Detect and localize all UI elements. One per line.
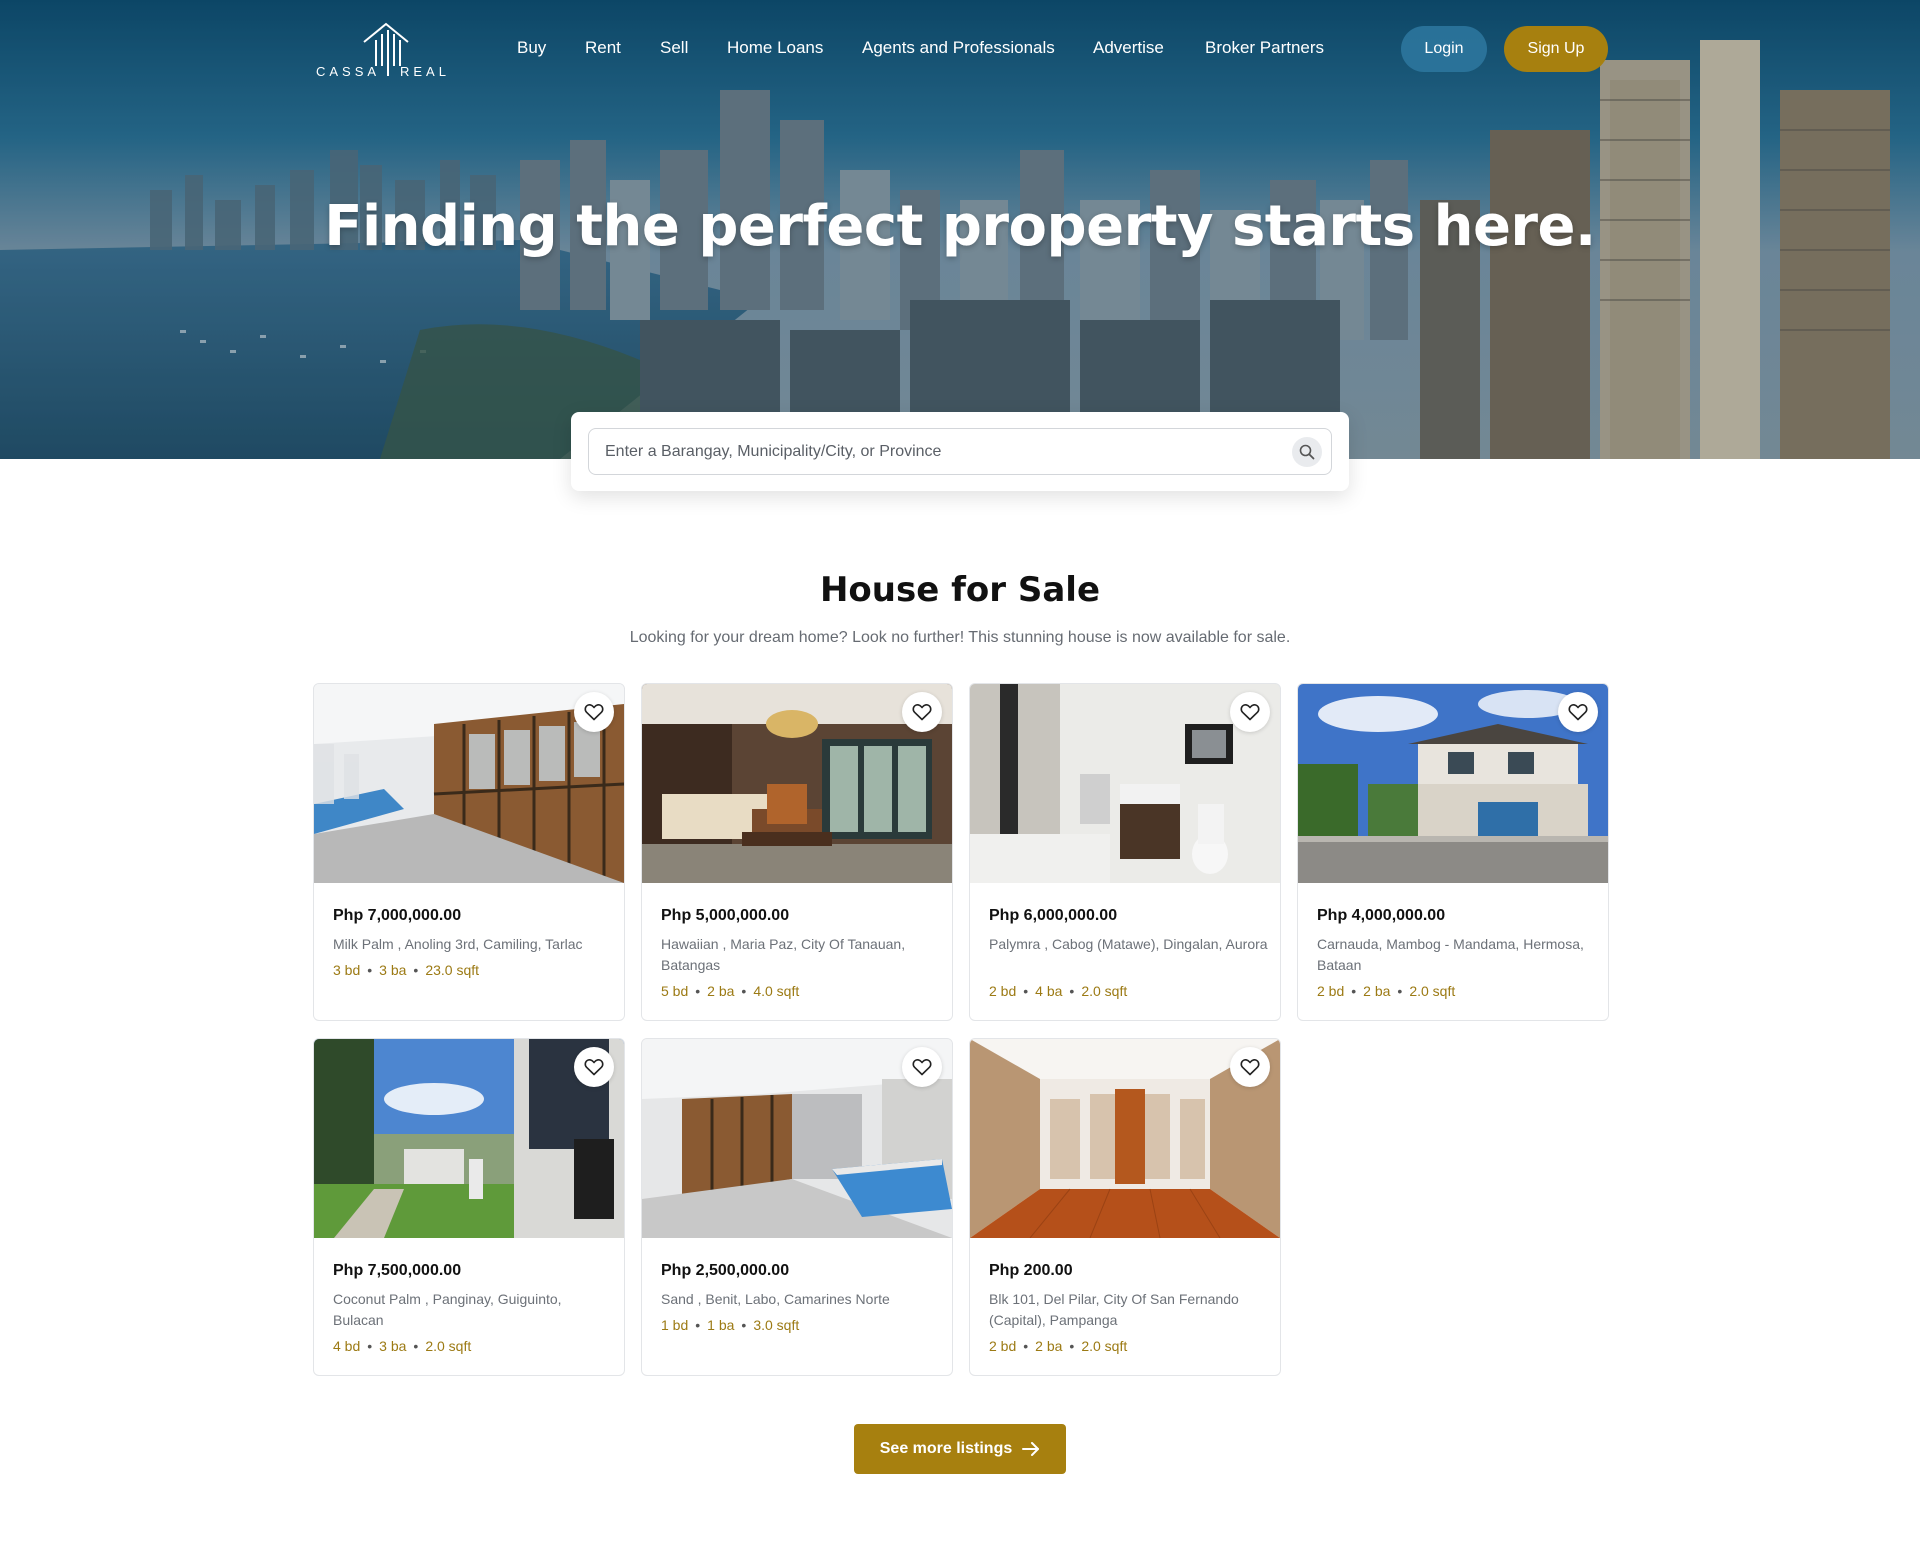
listing-specs: 2 bd • 2 ba • 2.0 sqft [1317,983,1456,999]
listing-address: Palymra , Cabog (Matawe), Dingalan, Auro… [989,936,1268,952]
nav-broker-partners[interactable]: Broker Partners [1205,38,1324,58]
hero-banner: CASSA REAL Buy Rent Sell Home Loans Agen… [0,0,1920,459]
listing-area: 2.0 sqft [1081,983,1128,999]
listing-bedrooms: 1 bd [661,1317,689,1333]
listing-price: Php 5,000,000.00 [661,907,790,924]
heart-icon [1568,704,1588,721]
section-title: House for Sale [819,570,1101,610]
listing-price: Php 7,500,000.00 [333,1262,462,1279]
listing-bathrooms: 2 ba [1363,983,1391,999]
nav-buy[interactable]: Buy [517,38,546,58]
listing-address: Carnauda, Mambog - Mandama, Hermosa, Bat… [1317,936,1584,973]
listing-specs: 2 bd • 4 ba • 2.0 sqft [989,983,1128,999]
listing-bathrooms: 2 ba [1035,1338,1063,1354]
listing-bathrooms: 4 ba [1035,983,1063,999]
listing-card[interactable]: Php 2,500,000.00 Sand , Benit, Labo, Cam… [641,1038,953,1376]
heart-icon [1240,1059,1260,1076]
search-input[interactable] [605,429,1285,474]
listing-area: 2.0 sqft [425,1338,472,1354]
nav-sell[interactable]: Sell [660,38,688,58]
favorite-button[interactable] [902,692,942,732]
listing-bathrooms: 3 ba [379,1338,407,1354]
listing-area: 23.0 sqft [425,962,480,978]
logo[interactable]: CASSA REAL [316,20,450,80]
listing-card[interactable]: Php 7,500,000.00 Coconut Palm , Panginay… [313,1038,625,1376]
search-icon [1299,444,1315,460]
listing-price: Php 200.00 [989,1262,1073,1279]
listing-address: Hawaiian , Maria Paz, City Of Tanauan, B… [661,936,906,973]
listing-bedrooms: 2 bd [1317,983,1345,999]
login-button[interactable]: Login [1401,26,1487,72]
listing-card[interactable]: Php 5,000,000.00 Hawaiian , Maria Paz, C… [641,683,953,1021]
listing-specs: 3 bd • 3 ba • 23.0 sqft [333,962,480,978]
listing-specs: 4 bd • 3 ba • 2.0 sqft [333,1338,472,1354]
listing-area: 4.0 sqft [753,983,800,999]
listing-price: Php 2,500,000.00 [661,1262,790,1279]
listing-card[interactable]: Php 200.00 Blk 101, Del Pilar, City Of S… [969,1038,1281,1376]
listing-address: Milk Palm , Anoling 3rd, Camiling, Tarla… [333,936,583,952]
search-card [571,412,1349,491]
listing-bedrooms: 3 bd [333,962,361,978]
heart-icon [1240,704,1260,721]
listing-area: 2.0 sqft [1409,983,1456,999]
listing-bedrooms: 2 bd [989,983,1017,999]
arrow-right-icon [1022,1442,1040,1456]
listing-address: Coconut Palm , Panginay, Guiguinto, Bula… [333,1291,562,1328]
nav-agents-and-professionals[interactable]: Agents and Professionals [862,38,1055,58]
favorite-button[interactable] [1558,692,1598,732]
heart-icon [584,704,604,721]
listing-bedrooms: 5 bd [661,983,689,999]
listing-price: Php 7,000,000.00 [333,907,462,924]
nav-rent[interactable]: Rent [585,38,621,58]
search-box [588,428,1332,475]
logo-text-left: CASSA [316,64,381,79]
favorite-button[interactable] [1230,1047,1270,1087]
heart-icon [912,1059,932,1076]
listing-bathrooms: 1 ba [707,1317,735,1333]
search-button[interactable] [1292,437,1322,467]
heart-icon [912,704,932,721]
listing-card[interactable]: Php 6,000,000.00 Palymra , Cabog (Matawe… [969,683,1281,1021]
logo-text-right: REAL [400,64,450,79]
signup-button[interactable]: Sign Up [1504,26,1608,72]
listing-specs: 2 bd • 2 ba • 2.0 sqft [989,1338,1128,1354]
listing-price: Php 6,000,000.00 [989,907,1118,924]
section-subtitle: Looking for your dream home? Look no fur… [629,629,1291,646]
listing-card[interactable]: Php 7,000,000.00 Milk Palm , Anoling 3rd… [313,683,625,1021]
hero-title: Finding the perfect property starts here… [324,194,1596,259]
nav-advertise[interactable]: Advertise [1093,38,1164,58]
listing-bathrooms: 2 ba [707,983,735,999]
listing-price: Php 4,000,000.00 [1317,907,1446,924]
listing-bathrooms: 3 ba [379,962,407,978]
see-more-listings-label: See more listings [879,1440,1013,1457]
favorite-button[interactable] [902,1047,942,1087]
listing-specs: 5 bd • 2 ba • 4.0 sqft [661,983,800,999]
see-more-listings-button[interactable]: See more listings [854,1424,1066,1474]
listing-area: 2.0 sqft [1081,1338,1128,1354]
nav-home-loans[interactable]: Home Loans [727,38,823,58]
listing-bedrooms: 4 bd [333,1338,361,1354]
listing-card[interactable]: Php 4,000,000.00 Carnauda, Mambog - Mand… [1297,683,1609,1021]
listing-address: Blk 101, Del Pilar, City Of San Fernando… [989,1291,1239,1328]
listing-area: 3.0 sqft [753,1317,800,1333]
listing-specs: 1 bd • 1 ba • 3.0 sqft [661,1317,800,1333]
heart-icon [584,1059,604,1076]
favorite-button[interactable] [574,1047,614,1087]
listing-address: Sand , Benit, Labo, Camarines Norte [661,1291,890,1307]
listing-bedrooms: 2 bd [989,1338,1017,1354]
favorite-button[interactable] [1230,692,1270,732]
favorite-button[interactable] [574,692,614,732]
